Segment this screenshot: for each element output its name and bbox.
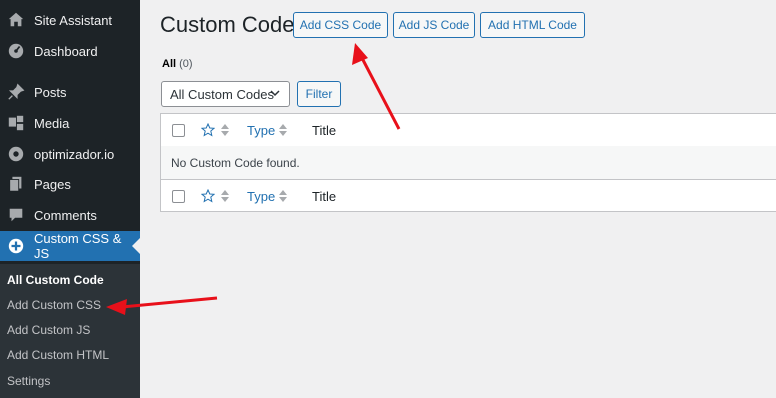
- sidebar-item-label: Media: [34, 115, 70, 131]
- sort-icon[interactable]: [221, 124, 229, 136]
- admin-sidebar: Site Assistant Dashboard Posts Media opt…: [0, 0, 140, 398]
- sidebar-item-pages[interactable]: Pages: [0, 169, 140, 199]
- home-icon: [6, 10, 26, 30]
- submenu-add-custom-html[interactable]: Add Custom HTML: [7, 348, 109, 362]
- column-type-header[interactable]: Type: [247, 123, 275, 138]
- sort-icon[interactable]: [279, 124, 287, 136]
- sidebar-item-label: Site Assistant: [34, 12, 113, 28]
- view-all-link[interactable]: All: [162, 58, 176, 70]
- dashboard-icon: [6, 41, 26, 61]
- select-all-checkbox[interactable]: [172, 123, 185, 137]
- column-title-header: Title: [312, 122, 337, 138]
- submenu-settings[interactable]: Settings: [7, 374, 50, 388]
- star-icon[interactable]: [201, 189, 215, 203]
- sort-icon[interactable]: [221, 190, 229, 202]
- select-value: All Custom Codes: [170, 86, 275, 102]
- sidebar-item-label: optimizador.io: [34, 146, 115, 162]
- sidebar-item-custom-css-js[interactable]: Custom CSS & JS: [0, 231, 140, 261]
- sidebar-item-label: Pages: [34, 176, 71, 192]
- custom-code-type-select[interactable]: All Custom Codes: [161, 81, 290, 107]
- sidebar-item-label: Comments: [34, 207, 97, 223]
- chevron-down-icon: [270, 90, 280, 97]
- table-header-row: Type Title: [161, 114, 776, 147]
- add-html-code-button[interactable]: Add HTML Code: [480, 12, 585, 38]
- column-title-footer: Title: [312, 188, 337, 204]
- submenu-all-custom-code[interactable]: All Custom Code: [7, 273, 104, 287]
- add-css-code-button[interactable]: Add CSS Code: [293, 12, 388, 38]
- sidebar-item-media[interactable]: Media: [0, 108, 140, 138]
- sidebar-item-optimizador[interactable]: optimizador.io: [0, 139, 140, 169]
- gauge-icon: [6, 144, 26, 164]
- submenu-add-custom-js[interactable]: Add Custom JS: [7, 323, 90, 337]
- media-icon: [6, 113, 26, 133]
- add-js-code-button[interactable]: Add JS Code: [393, 12, 475, 38]
- sidebar-item-site-assistant[interactable]: Site Assistant: [0, 5, 140, 35]
- sidebar-item-label: Dashboard: [34, 43, 98, 59]
- sidebar-submenu: All Custom Code Add Custom CSS Add Custo…: [0, 264, 140, 398]
- submenu-add-custom-css[interactable]: Add Custom CSS: [7, 298, 101, 312]
- pushpin-icon: [6, 82, 26, 102]
- plus-circle-icon: [6, 236, 26, 256]
- sidebar-item-label: Custom CSS & JS: [33, 231, 122, 261]
- page-title: Custom Code: [160, 12, 295, 37]
- sidebar-item-posts[interactable]: Posts: [0, 77, 140, 107]
- view-filter-links: All (0): [162, 58, 193, 70]
- pages-icon: [6, 174, 26, 194]
- empty-message: No Custom Code found.: [171, 155, 300, 170]
- sidebar-item-label: Posts: [34, 84, 67, 100]
- column-type-footer[interactable]: Type: [247, 189, 275, 204]
- sort-icon[interactable]: [279, 190, 287, 202]
- filter-button[interactable]: Filter: [297, 81, 341, 107]
- table-footer-row: Type Title: [161, 179, 776, 212]
- comments-icon: [6, 205, 26, 225]
- select-all-checkbox[interactable]: [172, 189, 185, 203]
- star-icon[interactable]: [201, 123, 215, 137]
- custom-code-table: Type Title No Custom Code found. Type Ti…: [160, 113, 776, 212]
- sidebar-item-comments[interactable]: Comments: [0, 200, 140, 230]
- sidebar-item-dashboard[interactable]: Dashboard: [0, 36, 140, 66]
- table-empty-row: No Custom Code found.: [161, 146, 776, 179]
- view-all-count: (0): [179, 58, 193, 70]
